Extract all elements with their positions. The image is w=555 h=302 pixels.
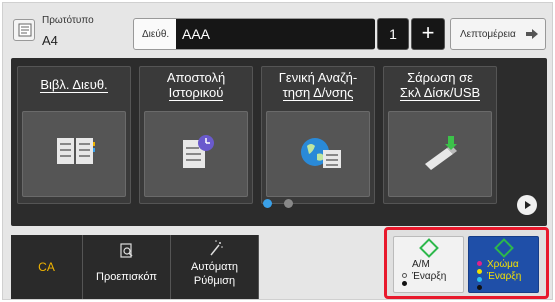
shortcut-panel: Βιβλ. Διευθ. Αποστολή Ιστορικού Γενική Α… [11,58,547,226]
tile-global-address-search[interactable]: Γενική Αναζή-τηση Δ/νσης [261,66,375,204]
original-document-icon [13,19,35,41]
magic-wand-icon [210,240,223,256]
details-label: Λεπτομέρεια [460,29,516,40]
next-page-button[interactable] [517,195,537,215]
address-value: AAA [182,26,211,42]
preview-button[interactable]: Προεπισκόπ [83,235,171,299]
original-size-setting[interactable]: Πρωτότυπο A4 [13,11,123,51]
address-book-icon [57,138,95,164]
bw-dot-icon [402,273,407,278]
bw-start-label: Α/Μ Έναρξη [412,259,447,282]
page-dot[interactable] [284,199,293,208]
tile-icon-box [22,111,126,197]
tile-icon-box [144,111,248,197]
tile-icon-box [388,111,492,197]
black-dot-icon [477,285,482,290]
global-search-icon [301,138,341,168]
tile-send-history[interactable]: Αποστολή Ιστορικού [139,66,253,204]
color-start-button[interactable]: Χρώμα Έναρξη [468,236,539,293]
bw-dot-icon [402,281,407,286]
bw-start-button[interactable]: Α/Μ Έναρξη [393,236,464,293]
preview-magnifier-icon [120,243,133,258]
auto-setting-label-1: Αυτόματη [191,261,238,273]
touch-screen: Πρωτότυπο A4 Διεύθ. AAA 1 + Λεπτομέρεια … [2,2,553,300]
start-icon [494,238,514,258]
add-address-button[interactable]: + [411,18,445,50]
tile-title: Γενική Αναζή-τηση Δ/νσης [278,70,358,101]
original-size-value: A4 [42,33,58,48]
yellow-dot-icon [477,269,482,274]
address-entry[interactable]: Διεύθ. AAA [133,18,375,50]
start-icon [419,238,439,258]
ca-label: CA [38,260,55,274]
address-field[interactable]: AAA [176,19,375,49]
tile-title: Σάρωση σε Σκλ Δίσκ/USB [399,70,481,101]
usb-scan-icon [425,136,457,170]
copies-count[interactable]: 1 [377,18,409,50]
cyan-dot-icon [477,277,482,282]
details-button[interactable]: Λεπτομέρεια [450,18,546,50]
page-dot-active[interactable] [263,199,272,208]
tile-title: Βιβλ. Διευθ. [40,77,108,93]
tile-scan-to-usb[interactable]: Σάρωση σε Σκλ Δίσκ/USB [383,66,497,204]
tile-title: Αποστολή Ιστορικού [166,70,226,101]
auto-setting-label-2: Ρύθμιση [193,275,236,287]
magenta-dot-icon [477,261,482,266]
send-history-icon [183,135,214,168]
tile-address-book[interactable]: Βιβλ. Διευθ. [17,66,131,204]
arrow-right-icon [526,29,538,39]
auto-setting-button[interactable]: Αυτόματη Ρύθμιση [171,235,259,299]
tile-icon-box [266,111,370,197]
color-start-label: Χρώμα Έναρξη [487,259,522,282]
preview-label: Προεπισκόπ [96,271,157,283]
original-label: Πρωτότυπο [42,15,94,26]
ca-button[interactable]: CA [11,235,83,299]
address-label: Διεύθ. [142,29,170,40]
start-buttons-frame: Α/Μ Έναρξη Χρώμα Έναρξη [384,227,549,299]
